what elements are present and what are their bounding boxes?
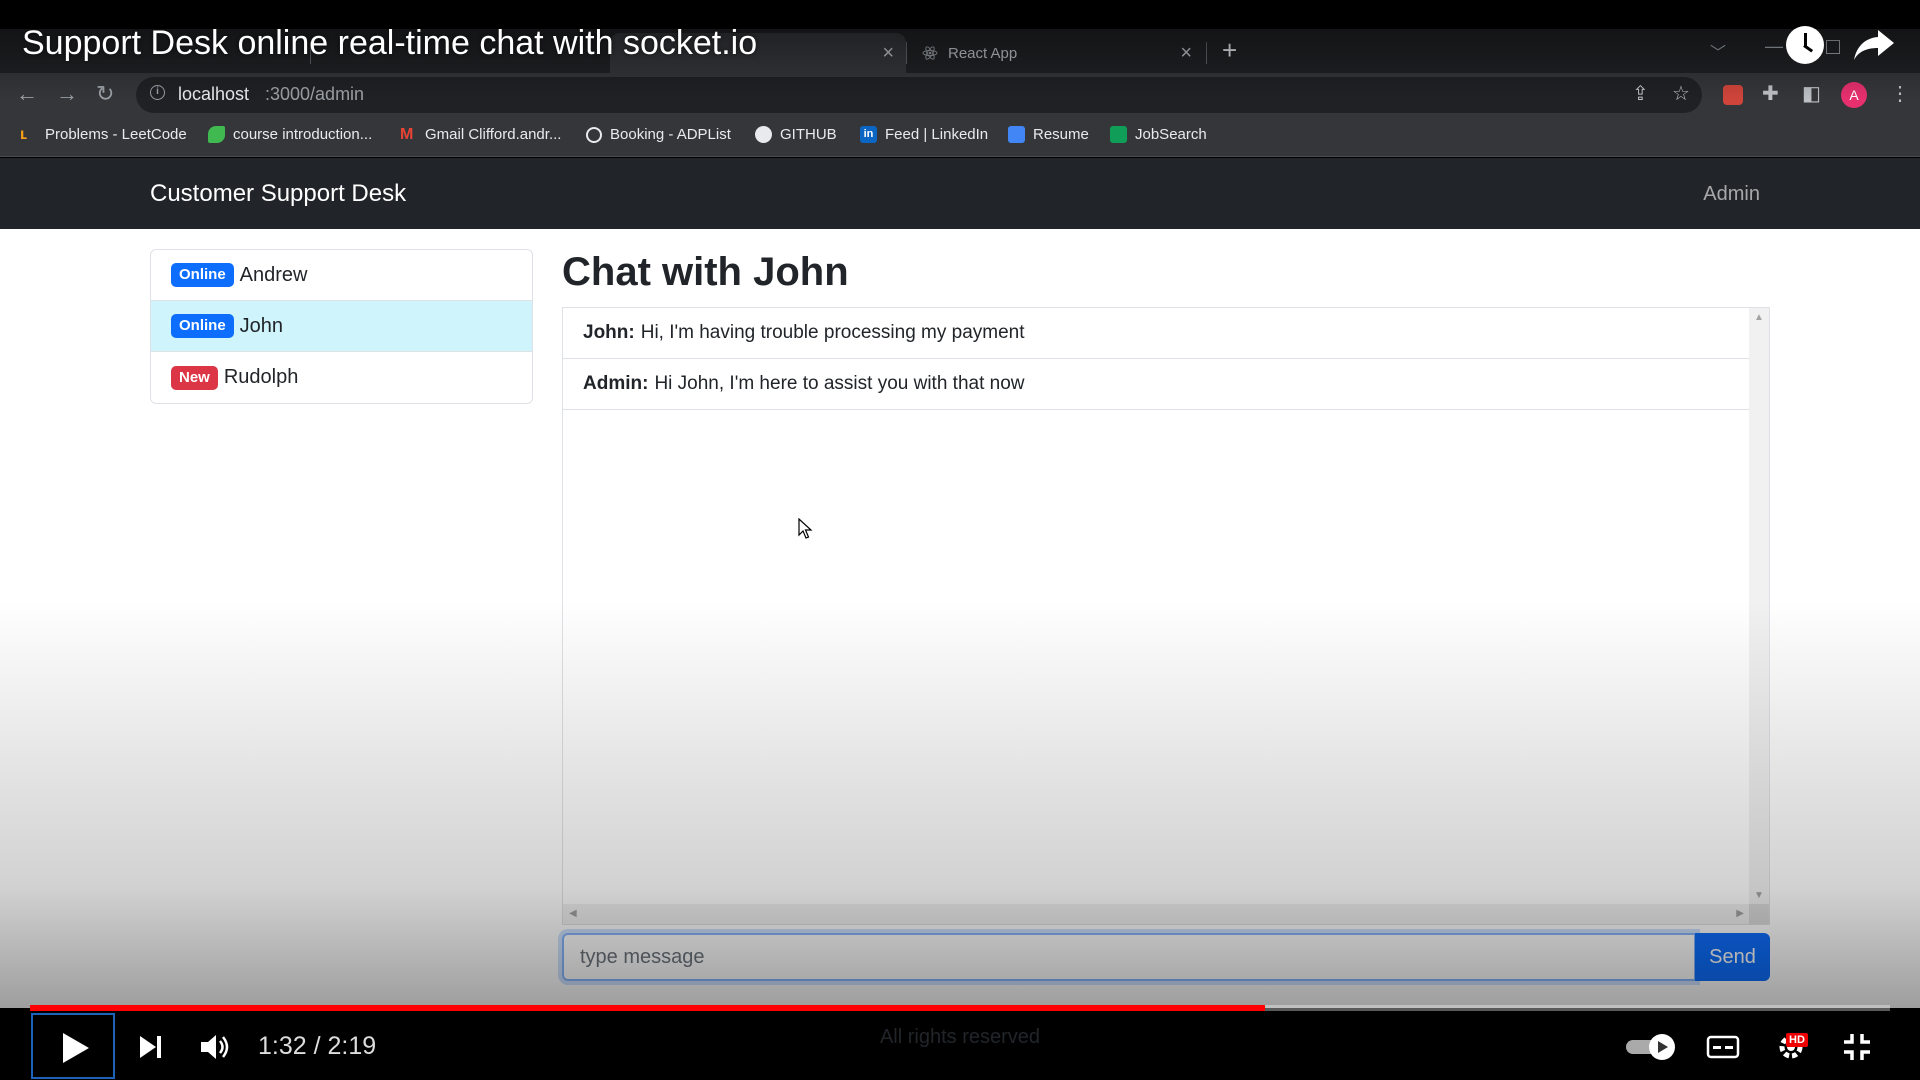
url-path[interactable]: :3000/admin — [265, 84, 364, 105]
bookmark-adplist[interactable]: Booking - ADPList — [586, 126, 731, 143]
message-list: John: Hi, I'm having trouble processing … — [563, 308, 1750, 410]
leetcode-icon: ʟ — [20, 126, 28, 143]
bookmark-label: Feed | LinkedIn — [885, 126, 989, 143]
video-title[interactable]: Support Desk online real-time chat with … — [22, 24, 757, 63]
bookmark-label: Resume — [1033, 126, 1089, 143]
next-video-icon[interactable] — [136, 1032, 166, 1062]
bookmark-course[interactable]: course introduction... — [208, 126, 372, 143]
linkedin-icon: in — [860, 126, 877, 143]
status-badge: New — [171, 365, 218, 390]
exit-fullscreen-icon[interactable] — [1842, 1032, 1872, 1062]
user-name: Rudolph — [223, 366, 299, 388]
site-info-icon[interactable]: i — [150, 85, 165, 100]
tab-divider — [906, 42, 907, 64]
scrollbar-corner — [1749, 904, 1769, 924]
user-name: John — [239, 314, 284, 337]
message-row: John: Hi, I'm having trouble processing … — [563, 308, 1749, 359]
support-desk-app: Customer Support Desk Admin Online Andre… — [0, 158, 1920, 1008]
bookmark-label: Booking - ADPList — [610, 126, 731, 143]
profile-avatar[interactable]: A — [1841, 82, 1867, 108]
play-button[interactable] — [31, 1013, 115, 1079]
close-tab-icon[interactable]: × — [1180, 43, 1192, 63]
watch-later-clock-icon[interactable] — [1786, 26, 1824, 64]
status-badge: Online — [171, 263, 234, 287]
nav-link-admin[interactable]: Admin — [1703, 183, 1760, 206]
navbar-brand[interactable]: Customer Support Desk — [150, 180, 406, 208]
user-item-rudolph[interactable]: New Rudolph — [151, 352, 532, 403]
progress-played — [30, 1005, 1266, 1011]
address-bar[interactable] — [136, 77, 1702, 113]
vertical-scrollbar[interactable]: ▲ ▼ — [1749, 308, 1769, 905]
chat-messages-panel[interactable]: John: Hi, I'm having trouble processing … — [562, 307, 1770, 925]
bookmark-jobsearch[interactable]: JobSearch — [1110, 126, 1207, 143]
scroll-down-arrow-icon[interactable]: ▼ — [1754, 891, 1764, 901]
share-page-icon[interactable]: ⇪ — [1632, 84, 1649, 104]
hd-badge: HD — [1786, 1033, 1808, 1047]
scroll-up-arrow-icon[interactable]: ▲ — [1754, 313, 1764, 323]
bookmark-star-icon[interactable]: ☆ — [1672, 84, 1690, 104]
gmail-icon: M — [400, 126, 414, 143]
captions-icon[interactable] — [1706, 1034, 1740, 1060]
adplist-icon — [586, 126, 602, 143]
github-icon — [755, 126, 772, 143]
video-frame: × React App × + ﹀ — ← → ↻ i localhost :3… — [0, 0, 1920, 1080]
react-icon — [922, 46, 938, 60]
close-tab-icon[interactable]: × — [882, 43, 894, 63]
scroll-right-arrow-icon[interactable]: ▶ — [1736, 909, 1744, 919]
scroll-left-arrow-icon[interactable]: ◀ — [569, 909, 577, 919]
message-sender: John: — [583, 322, 635, 343]
bookmark-label: GITHUB — [780, 126, 837, 143]
leaf-icon — [208, 126, 225, 143]
message-row: Admin: Hi John, I'm here to assist you w… — [563, 359, 1749, 410]
bookmark-label: course introduction... — [233, 126, 373, 143]
new-tab-plus-icon[interactable]: + — [1222, 36, 1237, 64]
user-item-john[interactable]: Online John — [151, 301, 532, 352]
extensions-puzzle-icon[interactable]: ✚ — [1762, 84, 1779, 104]
docs-icon — [1008, 126, 1025, 143]
bookmark-linkedin[interactable]: in Feed | LinkedIn — [860, 126, 988, 143]
message-text: Hi John, I'm here to assist you with tha… — [654, 373, 1025, 394]
chat-title: Chat with John — [562, 250, 849, 294]
user-item-andrew[interactable]: Online Andrew — [151, 250, 532, 301]
tab-divider — [1206, 42, 1207, 64]
side-panel-icon[interactable]: ◧ — [1802, 84, 1821, 104]
user-name: Andrew — [239, 263, 308, 286]
forward-arrow-icon[interactable]: → — [56, 82, 78, 106]
url-host[interactable]: localhost — [178, 84, 249, 105]
bookmark-label: Problems - LeetCode — [45, 126, 187, 143]
message-text: Hi, I'm having trouble processing my pay… — [640, 322, 1025, 343]
app-navbar: Customer Support Desk Admin — [0, 158, 1920, 229]
extension-icon[interactable] — [1723, 85, 1743, 105]
bookmark-leetcode[interactable]: ʟ Problems - LeetCode — [20, 126, 187, 143]
tab-label: React App — [948, 44, 1018, 62]
back-arrow-icon[interactable]: ← — [16, 82, 38, 106]
send-button[interactable]: Send — [1695, 933, 1770, 981]
tab-search-chevron-icon[interactable]: ﹀ — [1710, 39, 1726, 63]
minimize-window-icon[interactable]: — — [1765, 36, 1783, 57]
bookmark-github[interactable]: GITHUB — [755, 126, 837, 143]
maximize-window-icon[interactable] — [1826, 40, 1840, 54]
bookmark-label: JobSearch — [1135, 126, 1207, 143]
time-display: 1:32 / 2:19 — [258, 1032, 377, 1060]
user-list: Online Andrew Online John New Rudolph — [150, 249, 533, 404]
volume-icon[interactable] — [198, 1030, 232, 1064]
share-arrow-icon[interactable] — [1852, 28, 1896, 62]
browser-menu-icon[interactable]: ⋮ — [1890, 84, 1910, 104]
sheets-icon — [1110, 126, 1127, 143]
message-sender: Admin: — [583, 373, 649, 394]
bookmark-resume[interactable]: Resume — [1008, 126, 1089, 143]
reload-icon[interactable]: ↻ — [96, 82, 114, 106]
browser-tab-react-app[interactable]: React App × — [908, 33, 1204, 73]
play-icon — [63, 1033, 89, 1063]
horizontal-scrollbar[interactable]: ◀ ▶ — [563, 904, 1750, 924]
bookmark-label: Gmail Clifford.andr... — [425, 126, 562, 143]
bookmark-gmail[interactable]: M Gmail Clifford.andr... — [400, 126, 561, 143]
progress-bar[interactable] — [30, 1005, 1890, 1011]
mouse-cursor-icon — [798, 518, 813, 539]
message-input[interactable] — [562, 933, 1696, 981]
autoplay-toggle-icon[interactable] — [1624, 1032, 1680, 1062]
status-badge: Online — [171, 314, 234, 338]
